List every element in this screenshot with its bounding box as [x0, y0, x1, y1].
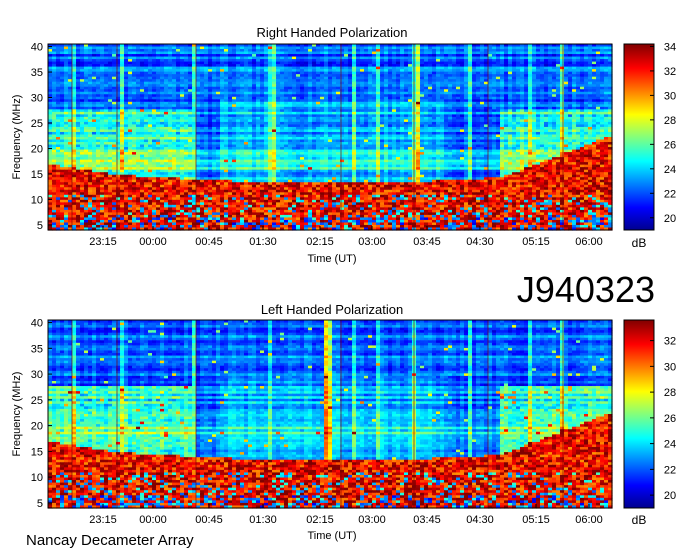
panel-right-polarization: Right Handed Polarization 23:15 00:00 00:4… [11, 25, 676, 265]
colorbar-tick-label: 34 [664, 41, 676, 53]
colorbar-tick-label: 22 [664, 188, 676, 200]
colorbar-tick-label: 30 [664, 90, 676, 102]
y-tick-label: 25 [31, 118, 43, 130]
x-axis-label: Time (UT) [307, 530, 356, 542]
colorbar-tick-label: 24 [664, 164, 676, 176]
colorbar-tick-label: 26 [664, 413, 676, 425]
y-tick-label: 10 [31, 472, 43, 484]
x-tick-label: 03:00 [358, 514, 386, 526]
colorbar [624, 44, 654, 230]
y-tick-label: 40 [31, 318, 43, 330]
y-axis-label: Frequency (MHz) [11, 95, 23, 180]
y-tick-label: 10 [31, 194, 43, 206]
colorbar [624, 320, 654, 508]
colorbar-tick-label: 24 [664, 439, 676, 451]
colorbar-tick-label: 32 [664, 336, 676, 348]
spectrogram [48, 44, 613, 231]
y-tick-label: 5 [37, 220, 43, 232]
y-tick-label: 30 [31, 369, 43, 381]
colorbar-tick-label: 32 [664, 66, 676, 78]
y-tick-label: 15 [31, 446, 43, 458]
y-tick-label: 40 [31, 42, 43, 54]
y-tick-label: 20 [31, 421, 43, 433]
y-tick-label: 35 [31, 343, 43, 355]
y-tick-label: 35 [31, 67, 43, 79]
x-tick-label: 05:15 [522, 236, 550, 248]
spectrogram [48, 320, 613, 509]
panel-title: Right Handed Polarization [256, 25, 407, 40]
x-tick-label: 00:00 [139, 514, 167, 526]
colorbar-tick-label: 22 [664, 464, 676, 476]
y-tick-label: 20 [31, 143, 43, 155]
observation-id: J940323 [517, 269, 655, 310]
y-tick-label: 25 [31, 395, 43, 407]
x-tick-label: 00:45 [195, 514, 223, 526]
x-tick-label: 04:30 [466, 236, 494, 248]
x-tick-label: 06:00 [575, 236, 603, 248]
x-tick-label: 04:30 [466, 514, 494, 526]
y-tick-label: 5 [37, 498, 43, 510]
x-tick-label: 02:15 [306, 514, 334, 526]
x-tick-label: 02:15 [306, 236, 334, 248]
x-tick-label: 23:15 [89, 514, 117, 526]
x-tick-label: 00:45 [195, 236, 223, 248]
x-tick-label: 03:00 [358, 236, 386, 248]
colorbar-tick-label: 26 [664, 139, 676, 151]
colorbar-tick-label: 30 [664, 361, 676, 373]
x-tick-label: 01:30 [249, 236, 277, 248]
y-axis-label: Frequency (MHz) [11, 372, 23, 457]
x-tick-label: 06:00 [575, 514, 603, 526]
y-tick-label: 30 [31, 93, 43, 105]
y-tick-label: 15 [31, 169, 43, 181]
x-tick-label: 03:45 [413, 236, 441, 248]
figure: Right Handed Polarization 23:15 00:00 00:4… [0, 0, 680, 552]
panel-title: Left Handed Polarization [261, 302, 403, 317]
x-tick-label: 01:30 [249, 514, 277, 526]
x-axis-label: Time (UT) [307, 253, 356, 265]
panel-left-polarization: Left Handed Polarization 23:15 00:00 00:45… [11, 302, 676, 542]
colorbar-tick-label: 28 [664, 115, 676, 127]
colorbar-label: dB [632, 236, 647, 250]
x-tick-label: 00:00 [139, 236, 167, 248]
x-tick-label: 23:15 [89, 236, 117, 248]
colorbar-tick-label: 20 [664, 213, 676, 225]
colorbar-tick-label: 28 [664, 387, 676, 399]
footer-caption: Nancay Decameter Array [26, 532, 194, 549]
x-tick-label: 03:45 [413, 514, 441, 526]
x-tick-label: 05:15 [522, 514, 550, 526]
colorbar-label: dB [632, 513, 647, 527]
colorbar-tick-label: 20 [664, 490, 676, 502]
